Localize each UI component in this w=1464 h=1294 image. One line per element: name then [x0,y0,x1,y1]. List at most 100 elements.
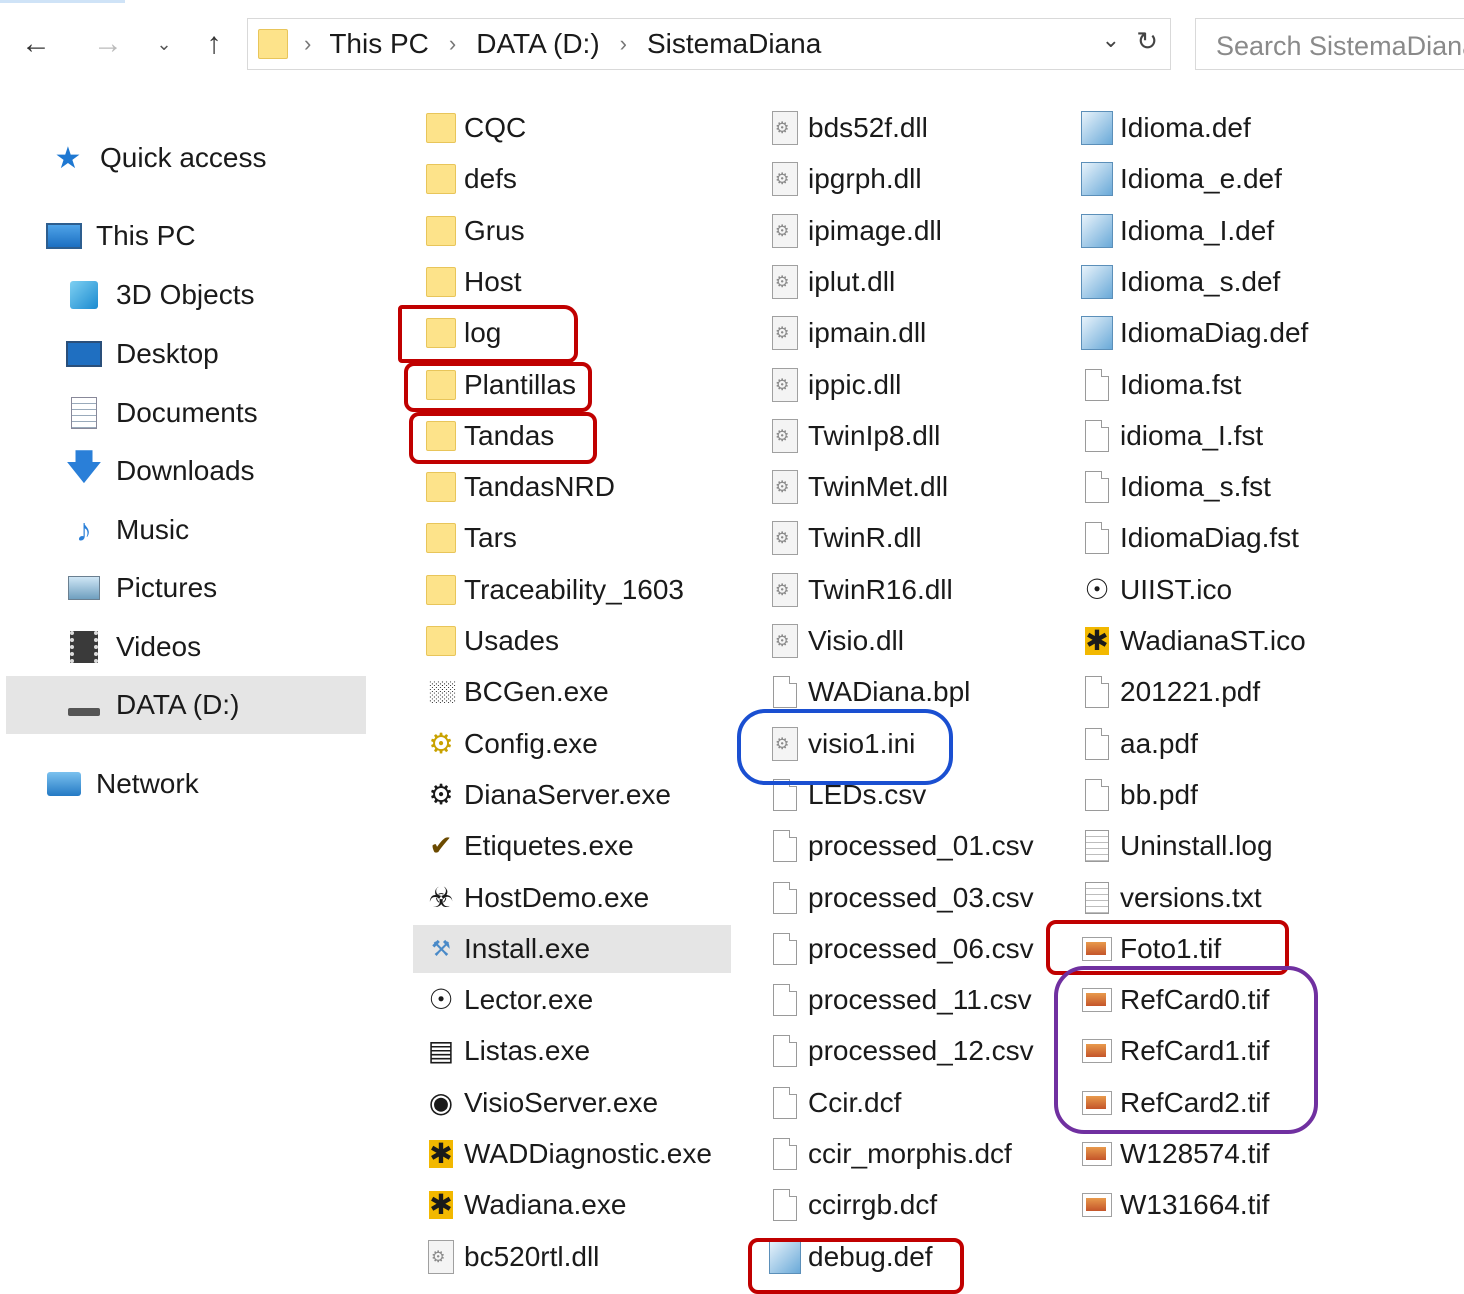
file-item[interactable]: ✱ WadianaST.ico [1080,619,1306,663]
file-item[interactable]: Idioma_s.fst [1080,465,1271,509]
file-item[interactable]: ⚙ DianaServer.exe [424,773,671,817]
file-item[interactable]: RefCard2.tif [1080,1081,1269,1125]
file-item[interactable]: Foto1.tif [1080,927,1221,971]
sidebar-item-documents[interactable]: Documents [64,388,258,438]
file-item[interactable]: Uninstall.log [1080,824,1273,868]
file-item[interactable]: Ccir.dcf [768,1081,901,1125]
file-item[interactable]: versions.txt [1080,876,1262,920]
sidebar-item-3d-objects[interactable]: 3D Objects [64,270,255,320]
folder-item[interactable]: TandasNRD [424,465,615,509]
file-item[interactable]: Idioma.fst [1080,363,1241,407]
file-item[interactable]: bds52f.dll [768,106,928,150]
file-item[interactable]: Idioma.def [1080,106,1251,150]
file-item[interactable]: ◉ VisioServer.exe [424,1081,658,1125]
file-item[interactable]: RefCard1.tif [1080,1029,1269,1073]
folder-item[interactable]: Tandas [424,414,554,458]
file-item[interactable]: processed_03.csv [768,876,1034,920]
image-file-icon [1080,982,1114,1018]
file-item[interactable]: ☣ HostDemo.exe [424,876,649,920]
file-item[interactable]: processed_11.csv [768,978,1032,1022]
settings-file-icon [768,726,802,762]
file-item[interactable]: IdiomaDiag.fst [1080,516,1299,560]
file-item[interactable]: TwinMet.dll [768,465,948,509]
file-item[interactable]: ccir_morphis.dcf [768,1132,1012,1176]
file-item[interactable]: ccirrgb.dcf [768,1183,937,1227]
file-name: TwinR.dll [808,522,922,554]
folder-item[interactable]: Host [424,260,522,304]
file-item[interactable]: WADiana.bpl [768,670,970,714]
file-item[interactable]: idioma_I.fst [1080,414,1263,458]
file-item[interactable]: processed_12.csv [768,1029,1034,1073]
sidebar-item-pictures[interactable]: Pictures [64,563,217,613]
file-item[interactable]: ☉ UIIST.ico [1080,568,1232,612]
breadcrumb-data-drive[interactable]: DATA (D:) [476,28,599,60]
file-icon [768,1136,802,1172]
file-item[interactable]: ⚒ Install.exe [424,927,590,971]
file-item[interactable]: ipimage.dll [768,209,942,253]
address-bar[interactable]: › This PC › DATA (D:) › SistemaDiana ⌄ ↻ [247,18,1171,70]
file-item[interactable]: ⚙ Config.exe [424,722,597,766]
folder-item[interactable]: Usades [424,619,559,663]
file-item[interactable]: Idioma_s.def [1080,260,1280,304]
file-item[interactable]: TwinIp8.dll [768,414,940,458]
up-arrow-icon[interactable]: ↑ [196,22,232,66]
folder-item[interactable]: Tars [424,516,517,560]
file-item[interactable]: ipmain.dll [768,311,926,355]
folder-item[interactable]: defs [424,157,517,201]
file-name: Idioma.fst [1120,368,1242,400]
file-icon [768,1187,802,1223]
file-item[interactable]: ✱ Wadiana.exe [424,1183,626,1227]
refresh-icon[interactable]: ↻ [1136,26,1158,57]
file-item[interactable]: bb.pdf [1080,773,1198,817]
file-item[interactable]: ipgrph.dll [768,157,922,201]
running-man-icon: ✱ [1085,625,1109,656]
back-arrow-icon[interactable]: ← [18,22,54,66]
file-item[interactable]: processed_06.csv [768,927,1034,971]
file-item[interactable]: bc520rtl.dll [424,1235,599,1279]
file-item[interactable]: iplut.dll [768,260,895,304]
folder-item[interactable]: CQC [424,106,526,150]
file-item[interactable]: 201221.pdf [1080,670,1260,714]
file-item[interactable]: debug.def [768,1235,933,1279]
file-item[interactable]: Visio.dll [768,619,904,663]
file-name: 201221.pdf [1120,676,1261,708]
sidebar-item-this-pc[interactable]: This PC [44,211,196,261]
file-item[interactable]: TwinR.dll [768,516,922,560]
file-item[interactable]: Idioma_e.def [1080,157,1282,201]
folder-item[interactable]: Grus [424,209,525,253]
breadcrumb-this-pc[interactable]: This PC [329,28,429,60]
file-item[interactable]: TwinR16.dll [768,568,953,612]
file-item[interactable]: RefCard0.tif [1080,978,1269,1022]
file-name: CQC [464,112,527,143]
sidebar-item-videos[interactable]: Videos [64,622,201,672]
sidebar-item-data-d[interactable]: DATA (D:) [64,680,239,730]
sidebar-item-downloads[interactable]: 🡇 Downloads [64,446,255,496]
file-item[interactable]: aa.pdf [1080,722,1198,766]
recent-locations-chevron-icon[interactable]: ⌄ [150,22,178,66]
sidebar-item-network[interactable]: Network [44,759,199,809]
folder-item[interactable]: Plantillas [424,363,576,407]
file-item[interactable]: ☉ Lector.exe [424,978,593,1022]
file-item[interactable]: ▤ Listas.exe [424,1029,590,1073]
file-item[interactable]: ippic.dll [768,363,901,407]
file-item[interactable]: W131664.tif [1080,1183,1269,1227]
dll-file-icon [768,623,802,659]
file-item[interactable]: Idioma_I.def [1080,209,1274,253]
file-item[interactable]: processed_01.csv [768,824,1034,868]
file-item[interactable]: ✱ WADDiagnostic.exe [424,1132,712,1176]
file-item[interactable]: visio1.ini [768,722,915,766]
file-item[interactable]: IdiomaDiag.def [1080,311,1308,355]
folder-item[interactable]: Traceability_1603 [424,568,684,612]
file-item[interactable]: ✔ Etiquetes.exe [424,824,633,868]
breadcrumb-current-folder[interactable]: SistemaDiana [647,28,821,60]
sidebar-item-quick-access[interactable]: ★ Quick access [48,133,267,183]
sidebar-item-desktop[interactable]: Desktop [64,329,219,379]
search-input[interactable]: Search SistemaDiana [1195,18,1464,70]
forward-arrow-icon[interactable]: → [90,22,126,66]
chevron-down-icon[interactable]: ⌄ [1102,27,1120,53]
file-item[interactable]: LEDs.csv [768,773,926,817]
file-item[interactable]: W128574.tif [1080,1132,1269,1176]
file-item[interactable]: ░░ BCGen.exe [424,670,609,714]
sidebar-item-music[interactable]: ♪ Music [64,505,189,555]
folder-item[interactable]: log [424,311,501,355]
